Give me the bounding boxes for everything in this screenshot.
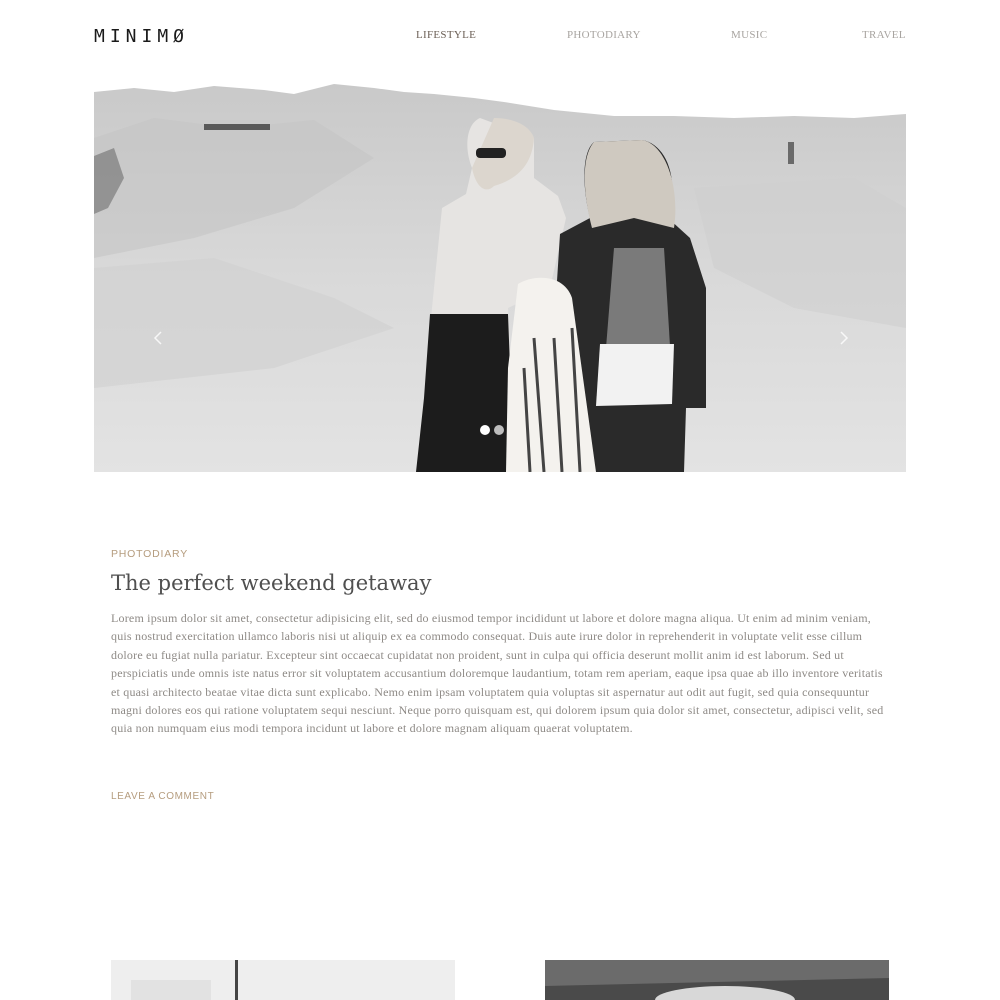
site-header: MINIMØ LIFESTYLE PHOTODIARY MUSIC TRAVEL bbox=[0, 0, 1000, 70]
post-category[interactable]: PHOTODIARY bbox=[111, 548, 891, 560]
leave-comment-link[interactable]: LEAVE A COMMENT bbox=[111, 791, 214, 802]
hero-prev-arrow[interactable] bbox=[152, 331, 164, 345]
nav-lifestyle[interactable]: LIFESTYLE bbox=[416, 29, 476, 41]
slider-dots bbox=[480, 425, 504, 435]
post-body: Lorem ipsum dolor sit amet, consectetur … bbox=[111, 611, 884, 736]
hero-image bbox=[94, 84, 906, 472]
nav-photodiary[interactable]: PHOTODIARY bbox=[567, 29, 641, 41]
hero-next-arrow[interactable] bbox=[838, 331, 850, 345]
post-title[interactable]: The perfect weekend getaway bbox=[111, 571, 891, 595]
next-post-thumbnail-1[interactable] bbox=[111, 960, 455, 1000]
slider-dot-1[interactable] bbox=[480, 425, 490, 435]
hero-slider[interactable] bbox=[94, 68, 906, 472]
nav-travel[interactable]: TRAVEL bbox=[862, 29, 906, 41]
nav-music[interactable]: MUSIC bbox=[731, 29, 767, 41]
next-post-thumbnail-2[interactable] bbox=[545, 960, 889, 1000]
blog-post: PHOTODIARY The perfect weekend getaway L… bbox=[111, 548, 891, 738]
slider-dot-2[interactable] bbox=[494, 425, 504, 435]
site-logo[interactable]: MINIMØ bbox=[94, 26, 189, 47]
